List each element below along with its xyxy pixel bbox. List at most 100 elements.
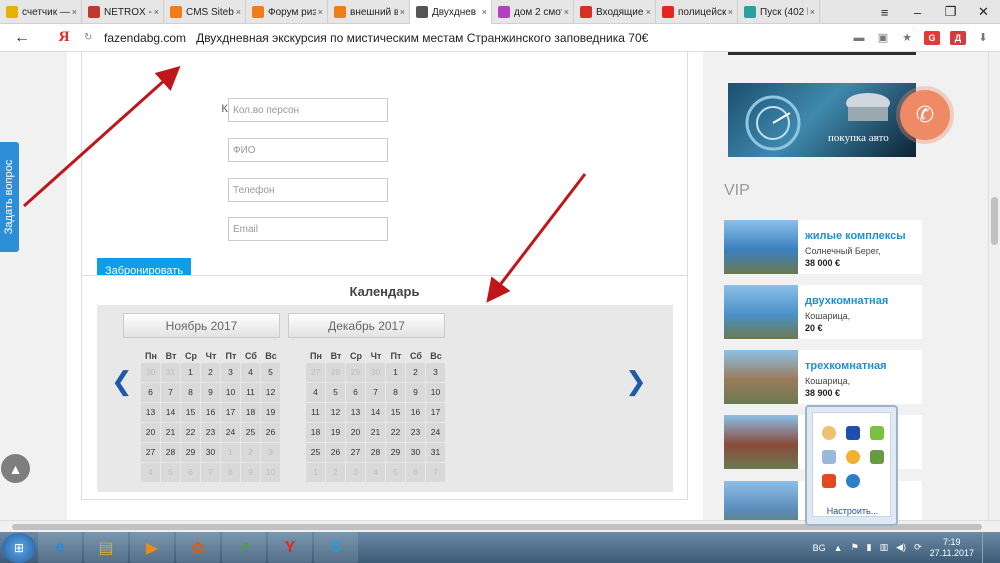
reload-icon[interactable]: ↻	[84, 32, 98, 43]
tab-close-icon[interactable]: ×	[234, 7, 241, 17]
sync-icon[interactable]: ⟳	[914, 542, 922, 553]
scroll-top-icon[interactable]: ▲	[1, 454, 30, 483]
film-reel-icon[interactable]: ✿	[176, 532, 220, 563]
day-cell[interactable]: 29	[386, 443, 405, 462]
day-cell[interactable]: 6	[141, 383, 160, 402]
tab-5[interactable]: Двухднев ×	[410, 0, 492, 24]
day-cell[interactable]: 30	[201, 443, 220, 462]
url-domain[interactable]: fazendabg.com	[104, 31, 186, 45]
lock-icon[interactable]: ▣	[876, 31, 890, 45]
day-cell[interactable]: 14	[161, 403, 180, 422]
listing-photo[interactable]	[724, 481, 798, 520]
day-cell[interactable]: 21	[366, 423, 385, 442]
listing-photo[interactable]	[724, 350, 798, 404]
field-input[interactable]: Телефон	[228, 178, 388, 202]
day-cell[interactable]: 26	[261, 423, 280, 442]
page-title[interactable]: Двухдневная экскурсия по мистическим мес…	[196, 31, 648, 45]
day-cell[interactable]: 3	[221, 363, 240, 382]
prev-month-icon[interactable]: ❮	[111, 367, 133, 397]
restore-icon[interactable]: ❐	[934, 0, 967, 24]
tray-globe-icon[interactable]	[846, 474, 860, 488]
tray-window-icon[interactable]	[822, 450, 836, 464]
tray-tools-icon[interactable]	[870, 450, 884, 464]
day-cell[interactable]: 13	[346, 403, 365, 422]
tray-app-icon[interactable]	[822, 426, 836, 440]
day-cell[interactable]: 18	[306, 423, 325, 442]
tray-configure-link[interactable]: Настроить...	[813, 506, 892, 516]
day-cell[interactable]: 1	[386, 363, 405, 382]
day-cell[interactable]: 23	[406, 423, 425, 442]
show-desktop-button[interactable]	[982, 532, 992, 563]
clock[interactable]: 7:19 27.11.2017	[930, 537, 974, 559]
day-cell[interactable]: 21	[161, 423, 180, 442]
day-cell[interactable]: 4	[241, 363, 260, 382]
day-cell[interactable]: 16	[201, 403, 220, 422]
day-cell[interactable]: 15	[386, 403, 405, 422]
volume-icon[interactable]: ◀)	[896, 542, 906, 553]
menu-icon[interactable]: ≡	[868, 0, 901, 24]
day-cell[interactable]: 9	[406, 383, 425, 402]
tab-2[interactable]: CMS Sitebill×	[164, 0, 246, 24]
tab-close-icon[interactable]: ×	[398, 7, 405, 17]
day-cell[interactable]: 23	[201, 423, 220, 442]
day-cell[interactable]: 25	[306, 443, 325, 462]
day-cell[interactable]: 10	[221, 383, 240, 402]
day-cell[interactable]: 7	[161, 383, 180, 402]
back-button[interactable]: ←	[0, 29, 44, 47]
tab-8[interactable]: полицейски×	[656, 0, 738, 24]
extension-icon[interactable]: G	[924, 30, 940, 45]
day-cell[interactable]: 4	[306, 383, 325, 402]
day-cell[interactable]: 9	[201, 383, 220, 402]
day-cell[interactable]: 5	[326, 383, 345, 402]
day-cell[interactable]: 11	[306, 403, 325, 422]
tab-close-icon[interactable]: ×	[562, 7, 569, 17]
day-cell[interactable]: 25	[241, 423, 260, 442]
day-cell[interactable]: 24	[426, 423, 445, 442]
battery-icon[interactable]: ▮	[867, 542, 872, 553]
network-icon[interactable]: ▥	[880, 542, 889, 553]
tray-gift-icon[interactable]	[846, 450, 860, 464]
phone-call-button[interactable]: ✆	[900, 90, 950, 140]
chart-app-icon[interactable]: ↗	[222, 532, 266, 563]
yandex-logo[interactable]: Я	[44, 29, 84, 46]
close-window-icon[interactable]: ✕	[967, 0, 1000, 24]
tab-close-icon[interactable]: ×	[480, 7, 487, 17]
day-cell[interactable]: 5	[261, 363, 280, 382]
day-cell[interactable]: 12	[326, 403, 345, 422]
tab-close-icon[interactable]: ×	[808, 7, 815, 17]
listing-photo[interactable]	[724, 415, 798, 469]
listing-photo[interactable]	[724, 285, 798, 339]
day-cell[interactable]: 14	[366, 403, 385, 422]
tab-close-icon[interactable]: ×	[152, 7, 159, 17]
day-cell[interactable]: 22	[386, 423, 405, 442]
day-cell[interactable]: 13	[141, 403, 160, 422]
ie-icon[interactable]: e	[38, 532, 82, 563]
tray-leaf-icon[interactable]	[870, 426, 884, 440]
day-cell[interactable]: 17	[426, 403, 445, 422]
day-cell[interactable]: 27	[346, 443, 365, 462]
day-cell[interactable]: 2	[406, 363, 425, 382]
day-cell[interactable]: 11	[241, 383, 260, 402]
tab-close-icon[interactable]: ×	[726, 7, 733, 17]
day-cell[interactable]: 19	[326, 423, 345, 442]
day-cell[interactable]: 27	[141, 443, 160, 462]
bookmark-star-icon[interactable]: ★	[900, 31, 914, 45]
bluetooth-icon[interactable]	[846, 426, 860, 440]
day-cell[interactable]: 16	[406, 403, 425, 422]
day-cell[interactable]: 28	[366, 443, 385, 462]
vertical-scrollbar[interactable]	[988, 52, 1000, 520]
day-cell[interactable]: 22	[181, 423, 200, 442]
day-cell[interactable]: 8	[181, 383, 200, 402]
field-input[interactable]: ФИО	[228, 138, 388, 162]
day-cell[interactable]: 12	[261, 383, 280, 402]
day-cell[interactable]: 28	[161, 443, 180, 462]
tab-4[interactable]: внешний вид×	[328, 0, 410, 24]
day-cell[interactable]: 2	[201, 363, 220, 382]
day-cell[interactable]: 8	[386, 383, 405, 402]
notification-flag-icon[interactable]: ⚑	[851, 542, 859, 553]
day-cell[interactable]: 29	[181, 443, 200, 462]
media-player-icon[interactable]: ▶	[130, 532, 174, 563]
day-cell[interactable]: 26	[326, 443, 345, 462]
listing-card[interactable]: двухкомнатная Кошарица, 20 €	[724, 285, 922, 339]
tab-close-icon[interactable]: ×	[316, 7, 323, 17]
